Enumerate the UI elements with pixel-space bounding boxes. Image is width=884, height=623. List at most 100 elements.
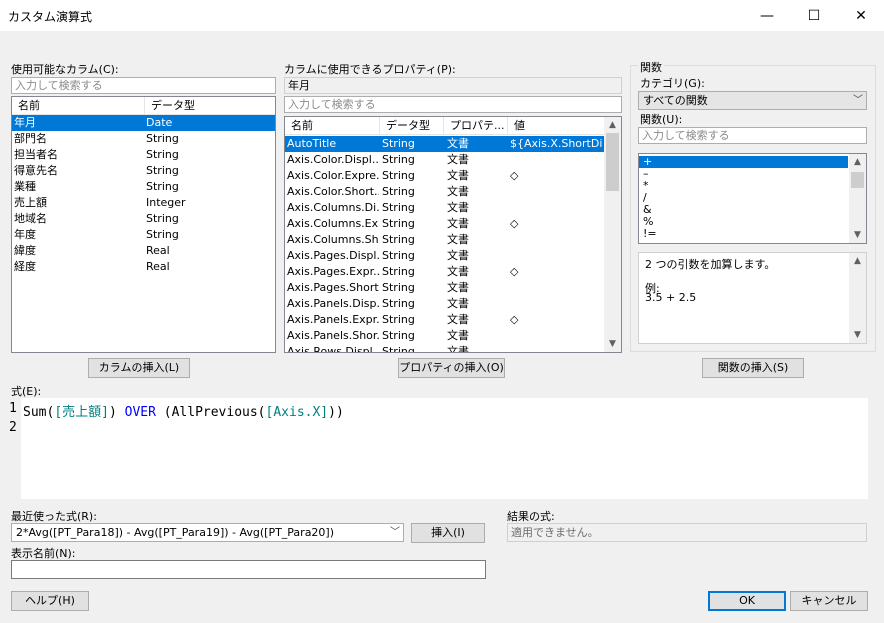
ok-button[interactable]: OK (708, 591, 786, 611)
display-name-input[interactable] (11, 560, 486, 579)
property-row[interactable]: Axis.Panels.Shor... String 文書 (285, 328, 604, 344)
function-example-value: 3.5 + 2.5 (645, 291, 697, 304)
properties-list[interactable]: 名前 データ型 プロパテ... 値 AutoTitle String 文書 ${Axi… (284, 116, 622, 353)
token-column: [売上額] (54, 405, 109, 420)
function-item[interactable]: % (639, 216, 848, 228)
property-name: Axis.Columns.Di... (287, 201, 379, 214)
insert-recent-button[interactable]: 挿入(I) (411, 523, 485, 543)
property-name: Axis.Panels.Expr... (287, 313, 379, 326)
property-kind: 文書 (447, 329, 469, 342)
column-row[interactable]: 年月 Date (12, 115, 275, 131)
cancel-button[interactable]: キャンセル (790, 591, 868, 611)
function-description: 2 つの引数を加算します。 (645, 258, 776, 271)
insert-property-button[interactable]: プロパティの挿入(O) (398, 358, 505, 378)
functions-list[interactable]: + – * / &% != ▲ ▼ (638, 153, 867, 244)
functions-search-input[interactable]: 入力して検索する (638, 127, 867, 144)
column-row[interactable]: 年度 String (12, 227, 275, 243)
property-row[interactable]: Axis.Color.Short... String 文書 (285, 184, 604, 200)
scroll-up-icon[interactable]: ▲ (604, 117, 621, 133)
property-type: String (382, 169, 415, 182)
property-name: Axis.Columns.Sh... (287, 233, 379, 246)
properties-search-input[interactable]: 入力して検索する (284, 96, 622, 113)
property-kind: 文書 (447, 265, 469, 278)
expression-line-1[interactable]: Sum([売上額]) OVER (AllPrevious([Axis.X])) (23, 401, 344, 420)
property-row[interactable]: Axis.Columns.Ex... String 文書 ◇ (285, 216, 604, 232)
category-select[interactable]: すべての関数 ﹀ (638, 91, 867, 110)
insert-function-button[interactable]: 関数の挿入(S) (702, 358, 804, 378)
scroll-down-icon[interactable]: ▼ (604, 336, 621, 352)
function-item[interactable]: & (639, 204, 848, 216)
function-item[interactable]: * (639, 180, 848, 192)
column-row[interactable]: 緯度 Real (12, 243, 275, 259)
columns-search-input[interactable]: 入力して検索する (11, 77, 276, 94)
column-header-name[interactable]: 名前 (12, 97, 145, 115)
property-type: String (382, 329, 415, 342)
expression-label: 式(E): (11, 385, 42, 398)
function-item[interactable]: + (639, 156, 848, 168)
column-name: 緯度 (14, 244, 36, 257)
column-row[interactable]: 部門名 String (12, 131, 275, 147)
functions-label: 関数(U): (640, 113, 683, 126)
column-type: String (146, 148, 179, 161)
property-row[interactable]: Axis.Pages.Expr... String 文書 ◇ (285, 264, 604, 280)
scroll-down-icon[interactable]: ▼ (849, 327, 866, 343)
function-item[interactable]: / (639, 192, 848, 204)
property-row[interactable]: Axis.Panels.Disp... String 文書 (285, 296, 604, 312)
recent-label: 最近使った式(R): (11, 510, 97, 523)
property-value: ◇ (510, 313, 519, 326)
column-row[interactable]: 地域名 String (12, 211, 275, 227)
property-header-type[interactable]: データ型 (380, 117, 444, 135)
column-row[interactable]: 経度 Real (12, 259, 275, 275)
column-type: String (146, 180, 179, 193)
property-header-prop[interactable]: プロパテ... (444, 117, 508, 135)
insert-column-button[interactable]: カラムの挿入(L) (88, 358, 190, 378)
column-name: 得意先名 (14, 164, 58, 177)
column-header-type[interactable]: データ型 (145, 97, 275, 115)
columns-list[interactable]: 名前 データ型 年月 Date 部門名 String 担当者名 String 得意先名 Str… (11, 96, 276, 353)
column-name: 年度 (14, 228, 36, 241)
functions-group-label: 関数 (638, 59, 664, 75)
help-button[interactable]: ヘルプ(H) (11, 591, 89, 611)
properties-scrollbar[interactable]: ▲ ▼ (604, 117, 621, 352)
description-scrollbar[interactable]: ▲ ▼ (849, 253, 866, 343)
category-select-value: すべての関数 (643, 94, 708, 107)
property-row[interactable]: Axis.Panels.Expr... String 文書 ◇ (285, 312, 604, 328)
window-title: カスタム演算式 (8, 10, 93, 24)
minimize-button[interactable]: — (744, 0, 790, 31)
function-item[interactable]: – (639, 168, 848, 180)
column-name: 地域名 (14, 212, 47, 225)
scroll-up-icon[interactable]: ▲ (849, 253, 866, 269)
column-name: 業種 (14, 180, 36, 193)
scroll-up-icon[interactable]: ▲ (849, 154, 866, 170)
close-button[interactable]: ✕ (838, 0, 884, 31)
column-row[interactable]: 売上額 Integer (12, 195, 275, 211)
result-field: 適用できません。 (507, 523, 867, 542)
column-row[interactable]: 業種 String (12, 179, 275, 195)
column-row[interactable]: 得意先名 String (12, 163, 275, 179)
line-number: 2 (9, 420, 17, 435)
property-kind: 文書 (447, 153, 469, 166)
property-header-value[interactable]: 値 (508, 117, 604, 135)
scroll-thumb[interactable] (851, 172, 864, 188)
property-row[interactable]: Axis.Columns.Di... String 文書 (285, 200, 604, 216)
column-type: Date (146, 116, 173, 129)
property-row[interactable]: AutoTitle String 文書 ${Axis.X.ShortDi... (285, 136, 604, 152)
recent-select[interactable]: 2*Avg([PT_Para18]) - Avg([PT_Para19]) - … (11, 523, 404, 542)
property-row[interactable]: Axis.Color.Displ... String 文書 (285, 152, 604, 168)
property-row[interactable]: Axis.Pages.Short... String 文書 (285, 280, 604, 296)
property-row[interactable]: Axis.Pages.Displ... String 文書 (285, 248, 604, 264)
column-row[interactable]: 担当者名 String (12, 147, 275, 163)
scroll-down-icon[interactable]: ▼ (849, 227, 866, 243)
scroll-thumb[interactable] (606, 133, 619, 191)
property-name: Axis.Pages.Short... (287, 281, 379, 294)
property-header-name[interactable]: 名前 (285, 117, 380, 135)
columns-label: 使用可能なカラム(C): (11, 63, 119, 76)
property-name: Axis.Color.Expre... (287, 169, 379, 182)
property-row[interactable]: Axis.Rows.Displ... String 文書 (285, 344, 604, 352)
chevron-down-icon: ﹀ (390, 527, 400, 538)
property-row[interactable]: Axis.Color.Expre... String 文書 ◇ (285, 168, 604, 184)
functions-scrollbar[interactable]: ▲ ▼ (849, 154, 866, 243)
maximize-button[interactable]: ☐ (791, 0, 837, 31)
function-item[interactable]: != (639, 228, 848, 240)
property-row[interactable]: Axis.Columns.Sh... String 文書 (285, 232, 604, 248)
